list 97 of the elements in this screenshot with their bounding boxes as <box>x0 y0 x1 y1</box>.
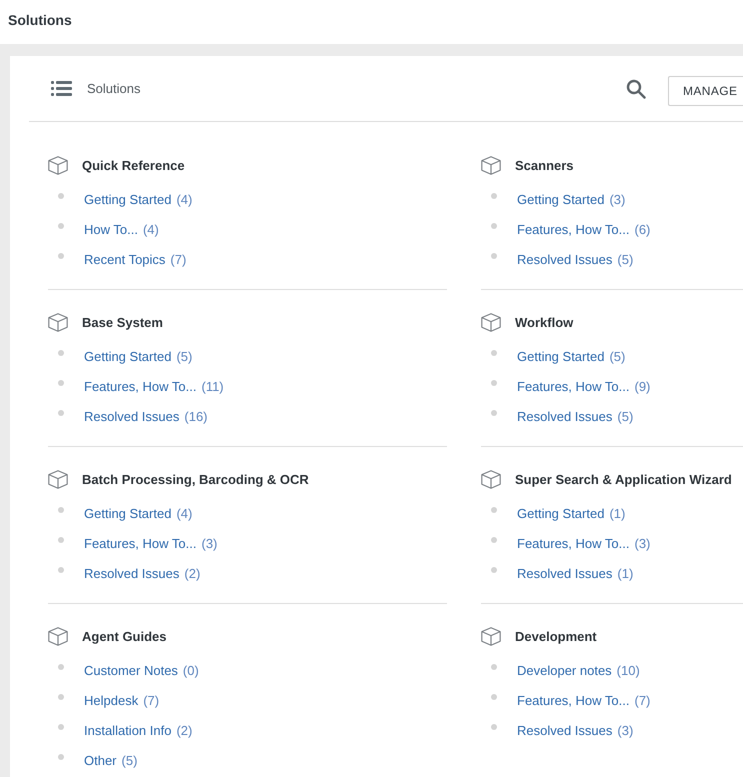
category-title: Quick Reference <box>82 158 185 172</box>
article-count: (3) <box>617 722 634 738</box>
bullet-icon <box>58 223 64 229</box>
topic-link[interactable]: Customer Notes <box>84 662 178 678</box>
article-count: (7) <box>170 252 186 266</box>
category-title: Development <box>515 628 597 644</box>
bullet-icon <box>58 694 64 700</box>
article-count: (4) <box>142 222 159 236</box>
article-count: (4) <box>176 506 192 520</box>
topic-link[interactable]: Installation Info <box>84 722 172 738</box>
topic-link[interactable]: Resolved Issues <box>84 408 180 424</box>
article-count: (1) <box>609 506 626 520</box>
topic-link[interactable]: Features, How To... <box>84 378 196 394</box>
article-count: (1) <box>617 566 634 580</box>
search-icon <box>626 78 646 98</box>
article-count: (6) <box>634 222 650 236</box>
topic-link[interactable]: Resolved Issues <box>517 722 612 738</box>
manage-button[interactable]: MANAGE <box>668 76 743 106</box>
bullet-icon <box>491 664 497 670</box>
topic-link[interactable]: Getting Started <box>517 348 604 364</box>
topic-link[interactable]: Features, How To... <box>517 378 630 394</box>
bullet-icon <box>58 664 64 670</box>
bullet-icon <box>58 754 64 760</box>
category-title: Agent Guides <box>82 628 167 644</box>
article-count: (2) <box>184 566 200 580</box>
topic-link[interactable]: Resolved Issues <box>517 566 612 580</box>
article-count: (5) <box>176 348 192 364</box>
cube-icon <box>481 470 501 488</box>
article-count: (3) <box>201 536 218 550</box>
category-title: Workflow <box>515 314 574 330</box>
cube-icon <box>481 626 501 646</box>
article-count: (5) <box>609 348 626 364</box>
topic-link[interactable]: Getting Started <box>84 348 172 364</box>
page-title: Solutions <box>8 12 72 28</box>
cube-icon <box>48 156 68 174</box>
topic-link[interactable]: Getting Started <box>84 192 172 206</box>
topic-link[interactable]: Features, How To... <box>517 222 630 236</box>
bullet-icon <box>58 724 64 730</box>
bullet-icon <box>58 253 64 259</box>
article-count: (2) <box>176 722 192 738</box>
category-title: Super Search & Application Wizard <box>515 472 732 486</box>
bullet-icon <box>491 253 497 259</box>
bullet-icon <box>491 694 497 700</box>
article-count: (4) <box>176 192 192 206</box>
category-title: Base System <box>82 314 163 330</box>
topic-link[interactable]: Other <box>84 752 117 768</box>
bullet-icon <box>58 350 64 356</box>
bullet-icon <box>491 193 497 199</box>
bullet-icon <box>491 537 497 543</box>
topic-link[interactable]: Helpdesk <box>84 692 138 708</box>
bullet-icon <box>491 223 497 229</box>
article-count: (9) <box>634 378 650 394</box>
category-title: Batch Processing, Barcoding & OCR <box>82 472 309 486</box>
cube-icon <box>48 312 68 332</box>
topic-link[interactable]: Getting Started <box>84 506 172 520</box>
cube-icon <box>48 470 68 488</box>
article-count: (0) <box>182 662 199 678</box>
bullet-icon <box>58 567 64 573</box>
article-count: (11) <box>201 378 224 394</box>
bullet-icon <box>491 507 497 513</box>
article-count: (5) <box>122 752 138 768</box>
article-count: (5) <box>617 252 634 266</box>
bullet-icon <box>491 380 497 386</box>
cube-icon <box>481 156 501 174</box>
bullet-icon <box>58 380 64 386</box>
topic-link[interactable]: Resolved Issues <box>517 408 612 424</box>
article-count: (16) <box>184 408 208 424</box>
article-count: (7) <box>634 692 650 708</box>
article-count: (5) <box>617 408 634 424</box>
cube-icon <box>48 626 68 646</box>
section-title: Solutions <box>87 81 140 96</box>
menu-icon[interactable] <box>51 81 72 96</box>
topic-link[interactable]: Recent Topics <box>84 252 166 266</box>
article-count: (7) <box>143 692 160 708</box>
bullet-icon <box>58 507 64 513</box>
topic-link[interactable]: How To... <box>84 222 138 236</box>
topic-link[interactable]: Developer notes <box>517 662 612 678</box>
bullet-icon <box>58 193 64 199</box>
article-count: (3) <box>634 536 650 550</box>
bullet-icon <box>491 410 497 416</box>
article-count: (10) <box>616 662 640 678</box>
cube-icon <box>481 312 501 332</box>
topic-link[interactable]: Getting Started <box>517 192 604 206</box>
search-button[interactable] <box>626 78 646 98</box>
topic-link[interactable]: Features, How To... <box>84 536 196 550</box>
topic-link[interactable]: Features, How To... <box>517 692 630 708</box>
topic-link[interactable]: Resolved Issues <box>84 566 180 580</box>
bullet-icon <box>491 724 497 730</box>
article-count: (3) <box>609 192 626 206</box>
bullet-icon <box>491 350 497 356</box>
topic-link[interactable]: Getting Started <box>517 506 604 520</box>
category-title: Scanners <box>515 158 574 172</box>
bullet-icon <box>58 410 64 416</box>
topic-link[interactable]: Features, How To... <box>517 536 630 550</box>
bullet-icon <box>491 567 497 573</box>
bullet-icon <box>58 537 64 543</box>
topic-link[interactable]: Resolved Issues <box>517 252 612 266</box>
